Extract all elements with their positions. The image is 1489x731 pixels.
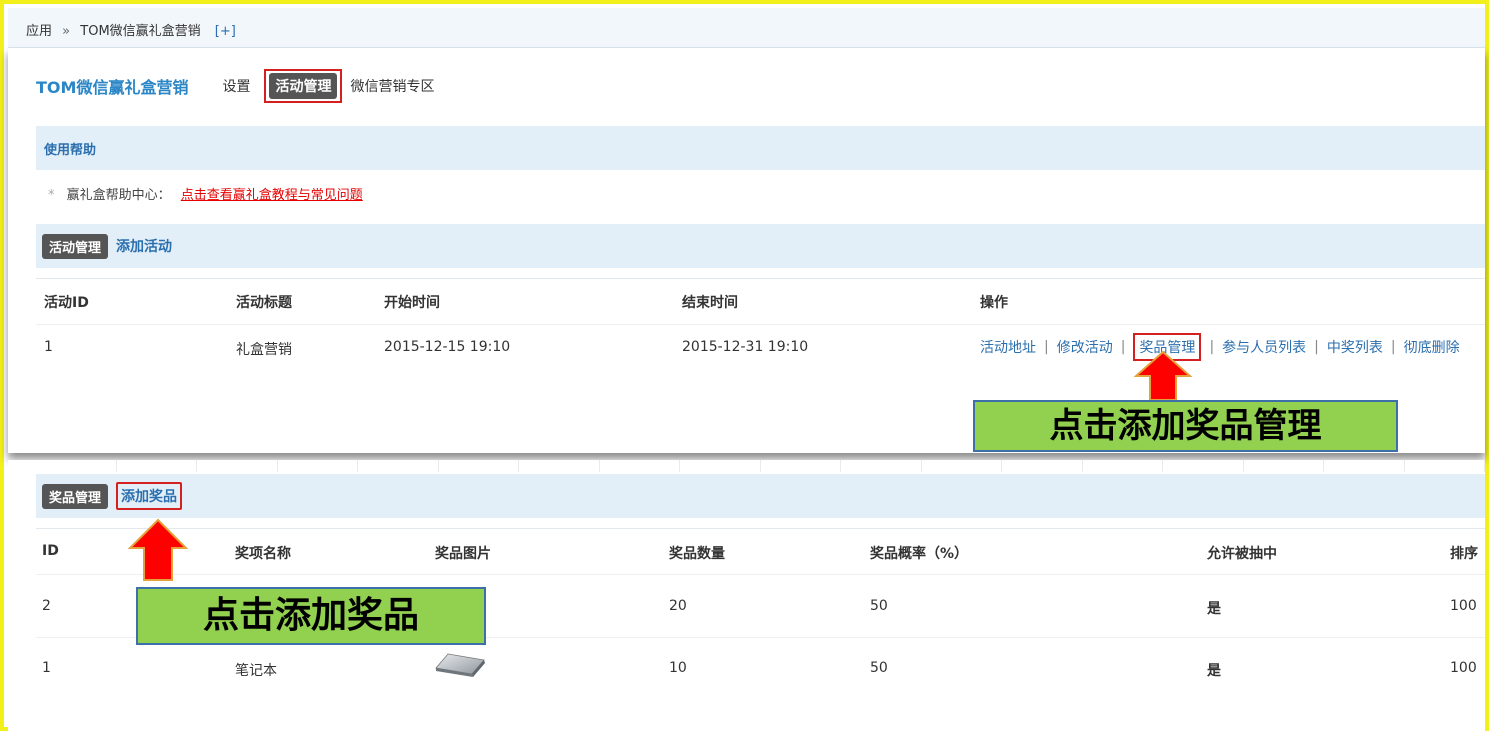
screenshot-frame: 应用 » TOM微信赢礼盒营销 [+] TOM微信赢礼盒营销 设置 活动管理 微… — [0, 0, 1489, 731]
ops-divider: | — [1120, 339, 1126, 355]
breadcrumb-add-button[interactable]: [+] — [215, 24, 236, 39]
table-row: 1 礼盒营销 2015-12-15 19:10 2015-12-31 19:10… — [36, 325, 1485, 371]
ops-divider: | — [1209, 339, 1215, 355]
column-header: 结束时间 — [682, 295, 738, 311]
callout-add-prize: 点击添加奖品 — [136, 587, 486, 645]
prize-allowed: 是 — [1207, 663, 1221, 679]
help-label: 赢礼盒帮助中心： — [66, 188, 171, 203]
nav-item-wechat-zone[interactable]: 微信营销专区 — [350, 76, 434, 96]
activity-panel: TOM微信赢礼盒营销 设置 活动管理 微信营销专区 使用帮助 * 赢礼盒帮助中心… — [8, 48, 1485, 453]
ops-divider: | — [1314, 339, 1319, 355]
column-header: 开始时间 — [384, 295, 440, 311]
help-center-link[interactable]: 点击查看赢礼盒教程与常见问题 — [181, 188, 363, 203]
prize-probability: 50 — [870, 660, 888, 676]
edit-activity-link[interactable]: 修改活动 — [1057, 337, 1113, 357]
breadcrumb-separator: » — [62, 24, 71, 39]
column-header: 奖品图片 — [435, 546, 491, 562]
help-line: * 赢礼盒帮助中心： 点击查看赢礼盒教程与常见问题 — [48, 184, 363, 203]
winners-list-link[interactable]: 中奖列表 — [1327, 337, 1383, 357]
app-nav: TOM微信赢礼盒营销 设置 活动管理 微信营销专区 — [36, 69, 448, 103]
delete-activity-link[interactable]: 彻底删除 — [1404, 337, 1460, 357]
bullet-icon: * — [48, 188, 55, 203]
prize-id: 2 — [42, 598, 51, 614]
prize-quantity: 20 — [669, 598, 687, 614]
laptop-prize-image — [435, 653, 485, 677]
nav-item-settings[interactable]: 设置 — [222, 76, 250, 96]
add-prize-link[interactable]: 添加奖品 — [121, 489, 177, 505]
column-header: 允许被抽中 — [1207, 546, 1277, 562]
breadcrumb: 应用 » TOM微信赢礼盒营销 [+] — [8, 8, 1485, 48]
column-header: 奖品概率（%） — [870, 546, 969, 562]
activity-url-link[interactable]: 活动地址 — [980, 337, 1036, 357]
activity-id: 1 — [44, 339, 53, 355]
prize-sort: 100 — [1450, 598, 1477, 614]
breadcrumb-root[interactable]: 应用 — [26, 24, 52, 39]
activity-end-time: 2015-12-31 19:10 — [682, 339, 809, 355]
participants-list-link[interactable]: 参与人员列表 — [1222, 337, 1306, 357]
activity-manage-tag[interactable]: 活动管理 — [42, 233, 109, 259]
prize-allowed: 是 — [1207, 601, 1221, 617]
add-prize-highlight: 添加奖品 — [116, 482, 183, 510]
column-header: 排序 — [1450, 546, 1478, 562]
activity-start-time: 2015-12-15 19:10 — [384, 339, 511, 355]
help-section-header: 使用帮助 — [36, 126, 1485, 170]
callout-prize-manage: 点击添加奖品管理 — [973, 400, 1398, 452]
prize-probability: 50 — [870, 598, 888, 614]
activity-title: 礼盒营销 — [236, 342, 292, 358]
table-header-row: 活动ID 活动标题 开始时间 结束时间 操作 — [36, 279, 1485, 325]
column-header: 奖品数量 — [669, 546, 725, 562]
activity-operations: 活动地址 | 修改活动 | 奖品管理 | 参与人员列表 | 中奖列表 | 彻底删… — [980, 333, 1460, 361]
prize-id: 1 — [42, 660, 51, 676]
column-header: 奖项名称 — [235, 546, 291, 562]
column-header: 活动ID — [44, 295, 89, 311]
activity-table: 活动ID 活动标题 开始时间 结束时间 操作 1 礼盒营销 2015-12-15… — [36, 278, 1485, 371]
prize-quantity: 10 — [669, 660, 687, 676]
breadcrumb-current[interactable]: TOM微信赢礼盒营销 — [80, 24, 200, 39]
column-header: 活动标题 — [236, 295, 292, 311]
prize-manage-tag[interactable]: 奖品管理 — [42, 483, 109, 509]
prize-section-header: 奖品管理 添加奖品 — [36, 474, 1485, 518]
activity-section-header: 活动管理 添加活动 — [36, 224, 1485, 268]
background-grid — [36, 460, 1485, 472]
prize-sort: 100 — [1450, 660, 1477, 676]
nav-item-activity-highlight: 活动管理 — [264, 69, 343, 103]
ops-divider: | — [1044, 339, 1049, 355]
arrow-up-icon — [1134, 350, 1192, 401]
table-header-row: ID 奖项名称 奖品图片 奖品数量 奖品概率（%） 允许被抽中 排序 — [36, 529, 1485, 575]
nav-item-activity-manage[interactable]: 活动管理 — [269, 73, 338, 99]
column-header: 操作 — [980, 295, 1008, 311]
column-header: ID — [42, 543, 59, 559]
table-row: 1 笔记本 10 50 是 100 — [36, 638, 1485, 701]
add-activity-link[interactable]: 添加活动 — [116, 236, 172, 256]
app-brand[interactable]: TOM微信赢礼盒营销 — [36, 74, 188, 98]
ops-divider: | — [1390, 339, 1396, 355]
prize-name: 笔记本 — [235, 663, 277, 679]
arrow-up-icon — [128, 518, 188, 581]
